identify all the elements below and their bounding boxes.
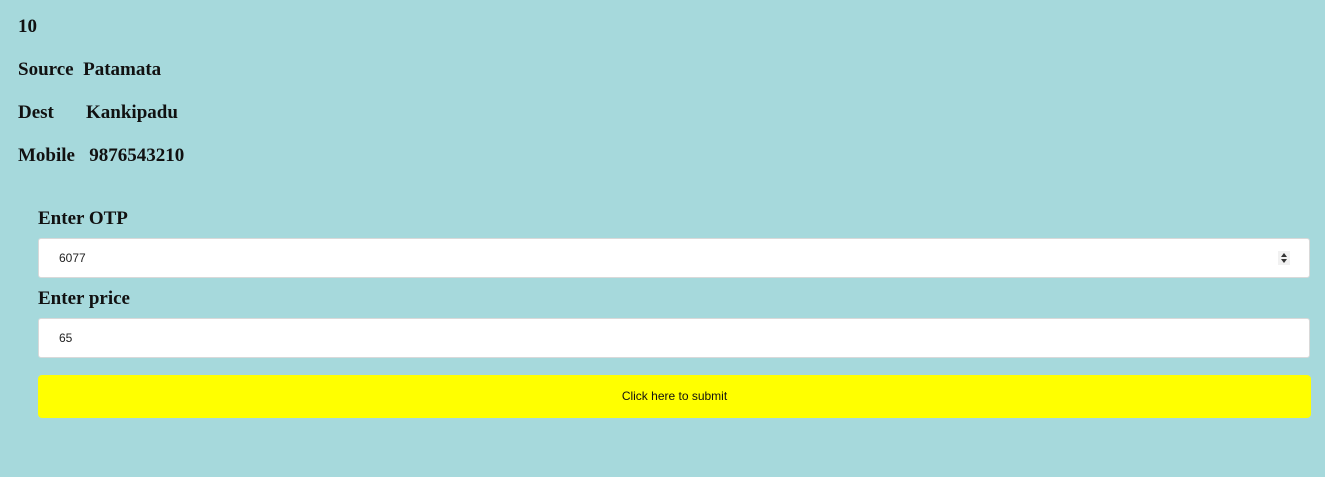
number-spinner-icon[interactable] bbox=[1278, 251, 1290, 265]
mobile-label: Mobile bbox=[18, 145, 75, 166]
dest-row: Dest Kankipadu bbox=[18, 102, 178, 124]
price-input[interactable]: 65 bbox=[38, 318, 1310, 358]
dest-value: Kankipadu bbox=[86, 102, 178, 123]
otp-input[interactable]: 6077 bbox=[38, 238, 1310, 278]
source-row: Source Patamata bbox=[18, 59, 161, 81]
submit-button[interactable]: Click here to submit bbox=[38, 375, 1311, 418]
source-label: Source bbox=[18, 59, 74, 80]
price-label: Enter price bbox=[38, 288, 130, 309]
otp-label: Enter OTP bbox=[38, 208, 128, 229]
dest-label: Dest bbox=[18, 102, 54, 123]
source-value: Patamata bbox=[83, 59, 162, 80]
otp-input-value: 6077 bbox=[59, 251, 86, 265]
mobile-value: 9876543210 bbox=[89, 145, 185, 166]
price-input-value: 65 bbox=[59, 331, 73, 345]
mobile-row: Mobile 9876543210 bbox=[18, 145, 184, 167]
ride-id: 10 bbox=[18, 16, 37, 37]
